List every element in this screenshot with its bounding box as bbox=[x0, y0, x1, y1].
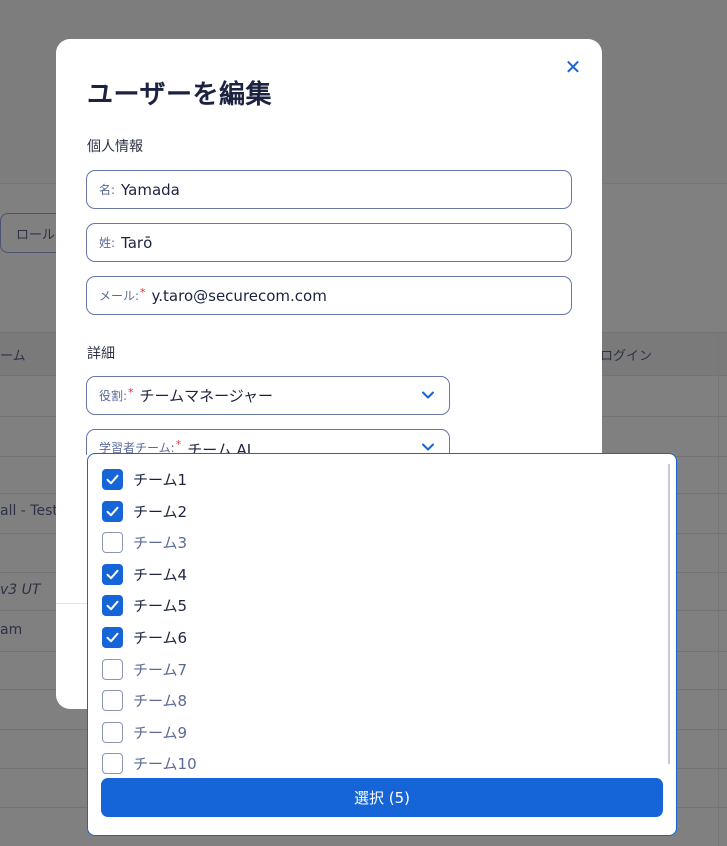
required-mark: * bbox=[175, 438, 182, 451]
first-name-label: 名: bbox=[99, 183, 116, 197]
table-header-last-login: ログイン bbox=[600, 349, 653, 364]
checkbox-unchecked-icon[interactable] bbox=[102, 752, 123, 774]
checkbox-unchecked-icon[interactable] bbox=[102, 721, 123, 743]
team-option-label: チーム8 bbox=[133, 691, 188, 710]
team-option-label: チーム1 bbox=[133, 470, 188, 489]
email-field[interactable]: メール:* y.taro@securecom.com bbox=[86, 276, 572, 315]
team-option-label: チーム10 bbox=[133, 754, 197, 773]
select-teams-button[interactable]: 選択 (5) bbox=[101, 778, 663, 817]
email-label: メール:* bbox=[99, 286, 146, 303]
learner-team-select[interactable]: 学習者チーム:* チーム AI bbox=[86, 429, 450, 455]
role-select[interactable]: 役割:* チームマネージャー bbox=[86, 376, 450, 415]
team-option[interactable]: チーム3 bbox=[102, 531, 187, 553]
team-option[interactable]: チーム5 bbox=[102, 594, 187, 616]
team-option-label: チーム9 bbox=[133, 723, 188, 742]
team-option[interactable]: チーム2 bbox=[102, 500, 187, 522]
checkbox-checked-icon[interactable] bbox=[102, 594, 123, 616]
team-option[interactable]: チーム6 bbox=[102, 626, 187, 648]
team-option[interactable]: チーム7 bbox=[102, 658, 187, 680]
chevron-down-icon bbox=[422, 391, 434, 399]
role-value: チームマネージャー bbox=[139, 387, 274, 405]
team-option[interactable]: チーム9 bbox=[102, 721, 187, 743]
personal-info-heading: 個人情報 bbox=[87, 139, 143, 155]
team-option-label: チーム5 bbox=[133, 596, 188, 615]
checkbox-unchecked-icon[interactable] bbox=[102, 689, 123, 711]
team-option[interactable]: チーム10 bbox=[102, 752, 197, 774]
checkbox-unchecked-icon[interactable] bbox=[102, 658, 123, 680]
team-multiselect-dropdown[interactable]: チーム1 チーム2 チーム3 チーム4 チーム5 チーム6 チーム7 チーム8 チーム9 チーム1… bbox=[87, 453, 677, 836]
team-option[interactable]: チーム4 bbox=[102, 563, 187, 585]
last-name-label: 姓: bbox=[99, 236, 116, 250]
table-cell-team: am bbox=[0, 622, 23, 638]
checkbox-checked-icon[interactable] bbox=[102, 468, 123, 490]
first-name-field[interactable]: 名: Yamada bbox=[86, 170, 572, 209]
required-mark: * bbox=[128, 386, 134, 399]
email-value: y.taro@securecom.com bbox=[151, 286, 327, 305]
table-column-divider bbox=[718, 332, 719, 846]
team-option[interactable]: チーム1 bbox=[102, 468, 187, 490]
details-heading: 詳細 bbox=[87, 346, 115, 362]
team-option-label: チーム7 bbox=[133, 660, 188, 679]
checkbox-checked-icon[interactable] bbox=[102, 563, 123, 585]
team-option-label: チーム3 bbox=[133, 533, 188, 552]
first-name-value: Yamada bbox=[121, 180, 180, 199]
close-icon[interactable]: ✕ bbox=[563, 57, 583, 77]
last-name-field[interactable]: 姓: Tarō bbox=[86, 223, 572, 262]
team-option-label: チーム2 bbox=[133, 502, 188, 521]
checkbox-checked-icon[interactable] bbox=[102, 626, 123, 648]
table-header-team: ーム bbox=[0, 349, 26, 364]
chevron-down-icon bbox=[422, 443, 434, 451]
checkbox-unchecked-icon[interactable] bbox=[102, 531, 123, 553]
role-label: 役割:* bbox=[99, 386, 134, 403]
required-mark: * bbox=[140, 286, 146, 299]
last-name-value: Tarō bbox=[121, 233, 153, 252]
modal-title: ユーザーを編集 bbox=[87, 80, 272, 110]
table-cell-team: v3 UT bbox=[0, 582, 41, 598]
checkbox-checked-icon[interactable] bbox=[102, 500, 123, 522]
team-option-label: チーム4 bbox=[133, 565, 188, 584]
dropdown-scrollbar[interactable] bbox=[668, 464, 670, 764]
team-option-label: チーム6 bbox=[133, 628, 188, 647]
table-cell-team: all - Test bbox=[0, 503, 58, 519]
team-option[interactable]: チーム8 bbox=[102, 689, 187, 711]
